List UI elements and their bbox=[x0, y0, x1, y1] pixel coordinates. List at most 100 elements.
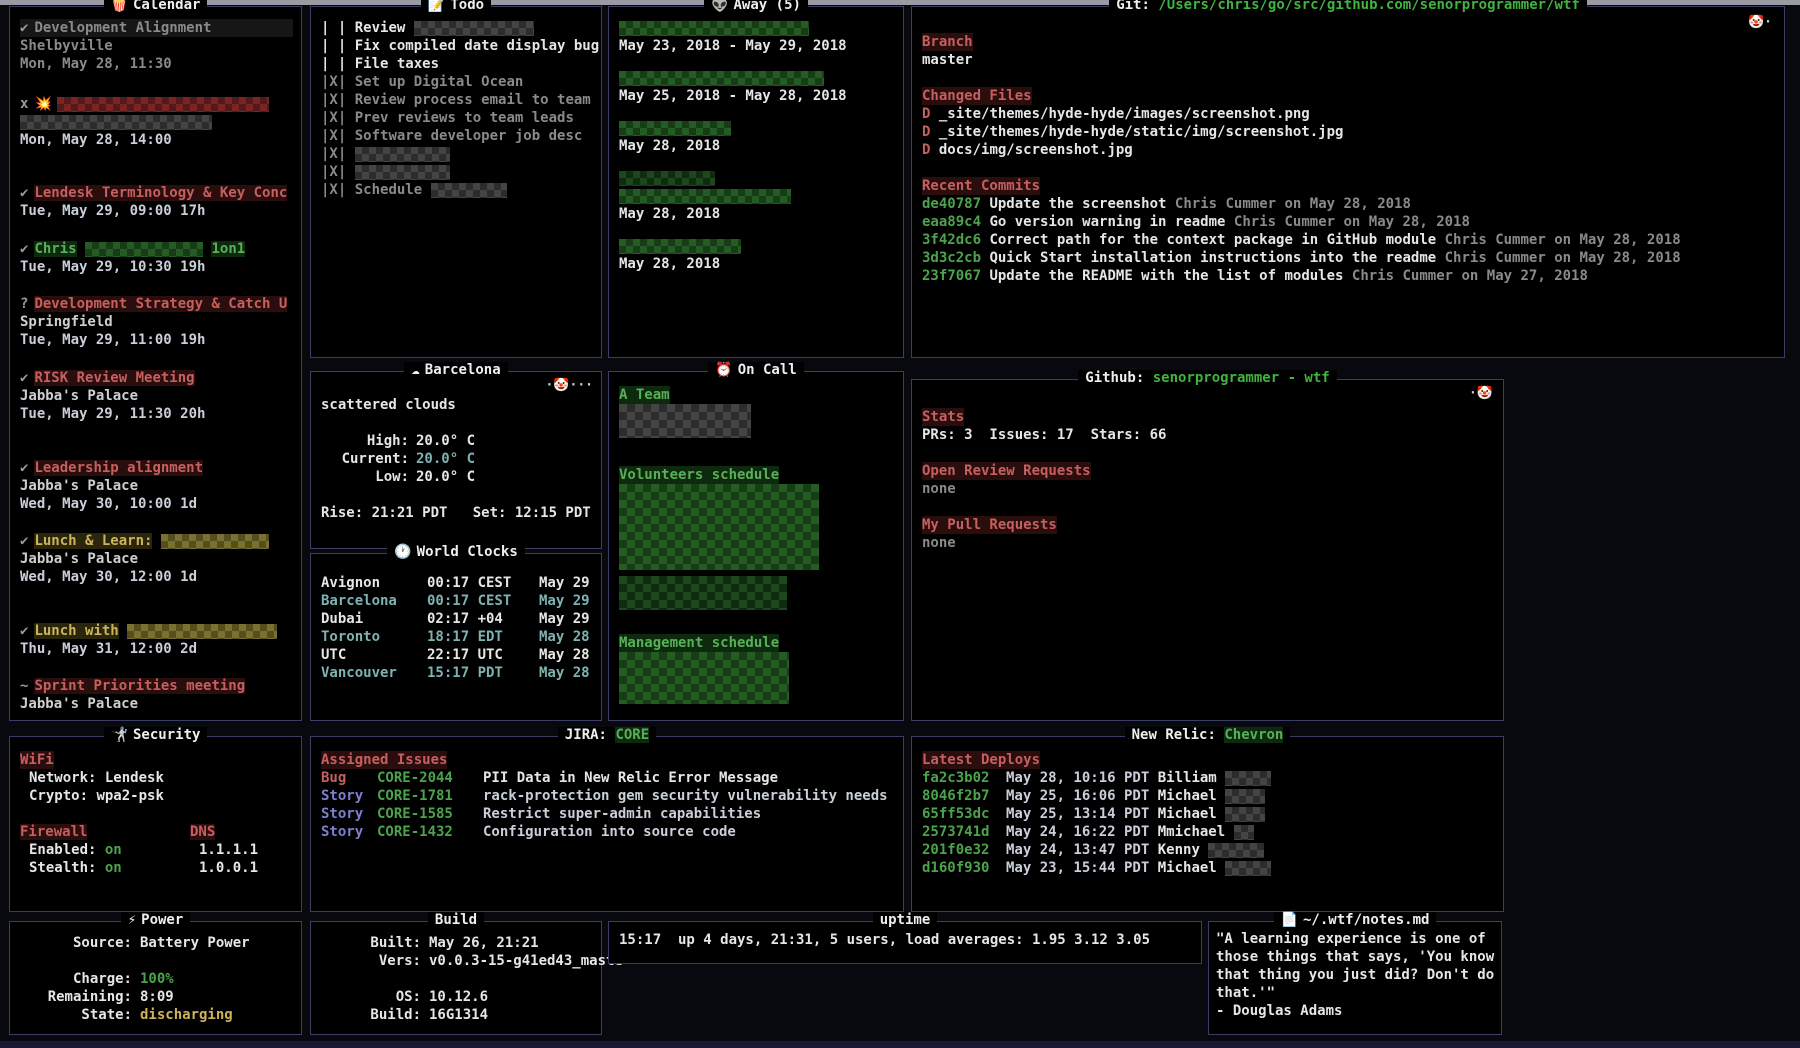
deploy-row: 8046f2b7May 25, 16:06 PDT Michael bbox=[922, 787, 1495, 805]
uptime-line: 15:17 up 4 days, 21:31, 5 users, load av… bbox=[619, 931, 1193, 949]
todo-item: | | File taxes bbox=[321, 55, 593, 73]
redacted-block bbox=[57, 97, 269, 112]
power-state: State:discharging bbox=[20, 1006, 293, 1024]
security-panel: 🤺Security WiFi Network: Lendesk Crypto: … bbox=[9, 736, 302, 912]
calendar-event: ~Sprint Priorities meeting Jabba's Palac… bbox=[20, 677, 293, 713]
redacted-block bbox=[127, 624, 277, 639]
todo-item: |X| Set up Digital Ocean bbox=[321, 73, 593, 91]
redacted-block bbox=[355, 165, 450, 180]
calendar-event: ?Development Strategy & Catch U Springfi… bbox=[20, 295, 293, 349]
redacted-block bbox=[414, 21, 534, 36]
deploy-row: 201f0e32May 24, 13:47 PDT Kenny bbox=[922, 841, 1495, 859]
commit-row: 23f7067 Update the README with the list … bbox=[922, 267, 1776, 285]
latest-deploys-header: Latest Deploys bbox=[922, 751, 1040, 769]
git-branch-header: Branch bbox=[922, 33, 973, 51]
git-commits-header: Recent Commits bbox=[922, 177, 1040, 195]
build-os: OS:10.12.6 bbox=[321, 988, 593, 1006]
redacted-block bbox=[1225, 861, 1271, 876]
clock-row: Toronto18:17 EDTMay 28 bbox=[321, 628, 593, 646]
issue-row: StoryCORE-1585Restrict super-admin capab… bbox=[321, 805, 895, 823]
github-stats-header: Stats bbox=[922, 408, 964, 426]
oncall-volunteers-header: Volunteers schedule bbox=[619, 466, 779, 484]
away-entry: May 28, 2018 bbox=[619, 119, 895, 155]
changed-file-row: D docs/img/screenshot.jpg bbox=[922, 141, 1776, 159]
window-bottom-edge bbox=[0, 1041, 1800, 1048]
redacted-block bbox=[619, 171, 715, 186]
changed-file-row: D _site/themes/hyde-hyde/images/screensh… bbox=[922, 105, 1776, 123]
redacted-block bbox=[619, 121, 731, 136]
oncall-team-header: A Team bbox=[619, 386, 670, 404]
todo-panel: 📝Todo | | Review | | Fix compiled date d… bbox=[310, 6, 602, 358]
notes-line: that thing you just did? Don't do bbox=[1216, 966, 1498, 984]
redacted-block bbox=[1225, 771, 1271, 786]
weather-sun-times: Rise: 21:21 PDT Set: 12:15 PDT bbox=[321, 504, 593, 522]
redacted-block bbox=[619, 484, 819, 570]
uptime-panel: uptime 15:17 up 4 days, 21:31, 5 users, … bbox=[608, 921, 1202, 964]
on-call-panel: ⏰On Call A Team Volunteers schedule Mana… bbox=[608, 371, 904, 721]
issue-row: BugCORE-2044PII Data in New Relic Error … bbox=[321, 769, 895, 787]
github-open-reviews-value: none bbox=[922, 480, 1495, 498]
todo-item: |X| bbox=[321, 163, 593, 181]
deploy-row: 65ff53dcMay 25, 13:14 PDT Michael bbox=[922, 805, 1495, 823]
notes-line: that.'" bbox=[1216, 984, 1498, 1002]
calendar-event: ✔RISK Review Meeting Jabba's Palace Tue,… bbox=[20, 369, 293, 423]
redacted-block bbox=[1208, 843, 1264, 858]
calendar-event: ✔Leadership alignment Jabba's Palace Wed… bbox=[20, 459, 293, 513]
redacted-block bbox=[1225, 807, 1265, 822]
changed-file-row: D _site/themes/hyde-hyde/static/img/scre… bbox=[922, 123, 1776, 141]
power-source: Source:Battery Power bbox=[20, 934, 293, 952]
git-branch: master bbox=[922, 51, 1776, 69]
weather-high: High:20.0° C bbox=[321, 432, 593, 450]
redacted-block bbox=[619, 239, 741, 254]
notes-line: "A learning experience is one of bbox=[1216, 930, 1498, 948]
redacted-block bbox=[619, 652, 789, 704]
redacted-block bbox=[619, 576, 787, 610]
wifi-header: WiFi bbox=[20, 751, 54, 769]
firewall-dns-headers: FirewallDNS bbox=[20, 823, 293, 841]
new-relic-panel: New Relic: Chevron Latest Deploys fa2c3b… bbox=[911, 736, 1504, 912]
redacted-block bbox=[20, 115, 212, 130]
weather-condition: scattered clouds bbox=[321, 396, 593, 414]
redacted-block bbox=[431, 183, 507, 198]
notes-panel: 📄~/.wtf/notes.md "A learning experience … bbox=[1208, 921, 1502, 1035]
firewall-stealth: Stealth: on1.0.0.1 bbox=[20, 859, 293, 877]
redacted-block bbox=[1234, 825, 1254, 840]
power-panel: ⚡Power Source:Battery Power Charge:100% … bbox=[9, 921, 302, 1035]
away-entry: May 28, 2018 bbox=[619, 169, 895, 223]
calendar-event: ✔Lendesk Terminology & Key Conc Tue, May… bbox=[20, 184, 293, 220]
away-panel: 👽Away (5) May 23, 2018 - May 29, 2018 Ma… bbox=[608, 6, 904, 358]
world-clocks-panel: 🕐World Clocks Avignon00:17 CESTMay 29 Ba… bbox=[310, 553, 602, 721]
redacted-block bbox=[619, 189, 791, 204]
deploy-row: d160f930May 23, 15:44 PDT Michael bbox=[922, 859, 1495, 877]
github-panel: Github: senorprogrammer - wtf ·🤡 Stats P… bbox=[911, 379, 1504, 721]
build-version: Vers:v0.0.3-15-g41ed43_maste bbox=[321, 952, 593, 970]
clock-row: Dubai02:17 +04May 29 bbox=[321, 610, 593, 628]
clock-row: Barcelona00:17 CESTMay 29 bbox=[321, 592, 593, 610]
todo-item: |X| Review process email to team bbox=[321, 91, 593, 109]
weather-current: Current:20.0° C bbox=[321, 450, 593, 468]
away-entry: May 23, 2018 - May 29, 2018 bbox=[619, 19, 895, 55]
calendar-event: ✔Lunch & Learn: Jabba's Palace Wed, May … bbox=[20, 532, 293, 586]
commit-row: eaa89c4 Go version warning in readme Chr… bbox=[922, 213, 1776, 231]
away-entry: May 25, 2018 - May 28, 2018 bbox=[619, 69, 895, 105]
issue-row: StoryCORE-1781rack-protection gem securi… bbox=[321, 787, 895, 805]
clock-row: UTC22:17 UTCMay 28 bbox=[321, 646, 593, 664]
collision-icon: 💥 bbox=[34, 96, 51, 112]
commit-row: 3d3c2cb Quick Start installation instruc… bbox=[922, 249, 1776, 267]
calendar-event: ✔Chris 1on1 Tue, May 29, 10:30 19h bbox=[20, 240, 293, 276]
window-edge bbox=[0, 0, 1800, 5]
calendar-event: ✔Lunch with Thu, May 31, 12:00 2d bbox=[20, 622, 293, 658]
git-panel: Git: /Users/chris/go/src/github.com/seno… bbox=[911, 6, 1785, 358]
calendar-panel: 🍿Calendar ✔Development Alignment Shelbyv… bbox=[9, 6, 302, 721]
redacted-block bbox=[85, 242, 203, 257]
clock-row: Avignon00:17 CESTMay 29 bbox=[321, 574, 593, 592]
todo-item: |X| Schedule bbox=[321, 181, 593, 199]
github-open-reviews-header: Open Review Requests bbox=[922, 462, 1091, 480]
git-changed-header: Changed Files bbox=[922, 87, 1032, 105]
weather-panel: ☁Barcelona ·🤡··· scattered clouds High:2… bbox=[310, 371, 602, 549]
issue-row: StoryCORE-1432Configuration into source … bbox=[321, 823, 895, 841]
wifi-network: Network: Lendesk bbox=[20, 769, 293, 787]
notes-line: - Douglas Adams bbox=[1216, 1002, 1498, 1020]
redacted-block bbox=[161, 534, 269, 549]
todo-item: | | Fix compiled date display bug bbox=[321, 37, 593, 55]
